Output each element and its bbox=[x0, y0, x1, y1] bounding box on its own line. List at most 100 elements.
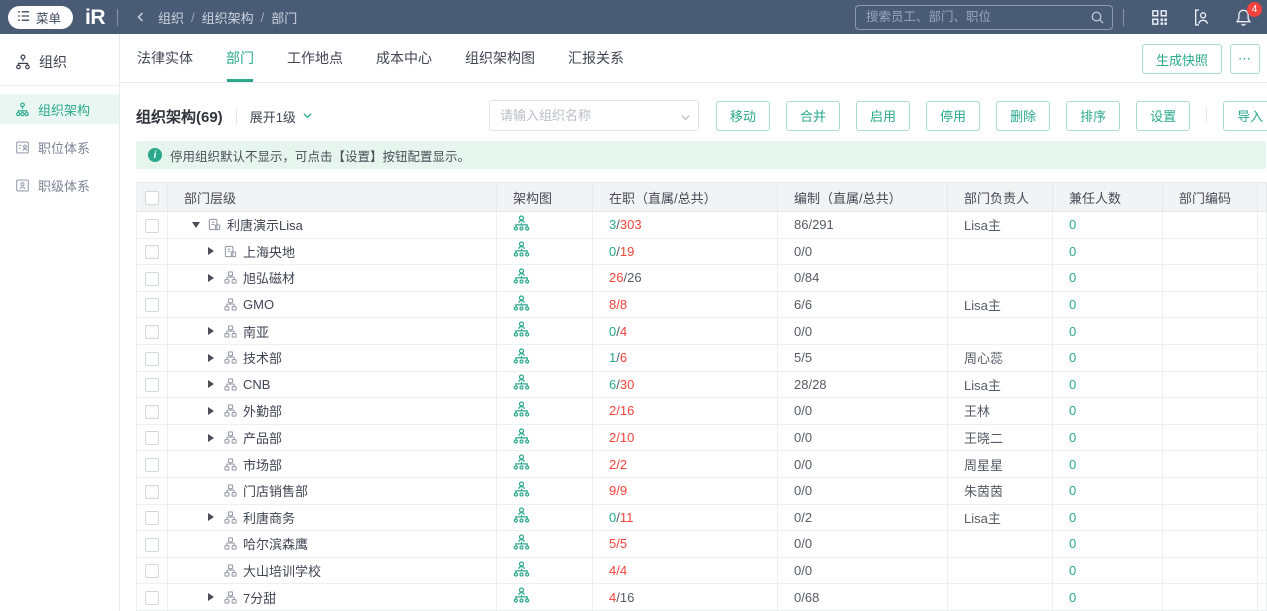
import-button[interactable]: 导入 bbox=[1223, 100, 1267, 131]
org-chart-icon[interactable] bbox=[513, 507, 530, 524]
department-name[interactable]: 门店销售部 bbox=[243, 481, 308, 500]
department-name[interactable]: 技术部 bbox=[243, 348, 282, 367]
row-checkbox[interactable] bbox=[145, 457, 159, 472]
department-name[interactable]: GMO bbox=[243, 297, 274, 312]
more-actions-button[interactable]: ⋯ bbox=[1230, 44, 1261, 74]
tree-expand-icon[interactable] bbox=[192, 222, 202, 228]
delete-button[interactable]: 删除 bbox=[996, 100, 1051, 131]
department-code-cell bbox=[1162, 371, 1258, 399]
row-checkbox-cell bbox=[136, 238, 168, 266]
row-checkbox[interactable] bbox=[145, 271, 159, 286]
org-icon bbox=[224, 325, 237, 338]
enable-button[interactable]: 启用 bbox=[856, 100, 911, 131]
org-chart-icon[interactable] bbox=[513, 295, 530, 312]
onboard-total: 2 bbox=[619, 456, 628, 472]
row-checkbox[interactable] bbox=[145, 351, 159, 366]
contacts-icon[interactable] bbox=[1192, 8, 1211, 27]
org-chart-icon[interactable] bbox=[513, 215, 530, 232]
sidebar-item-position-system[interactable]: 职位体系 bbox=[0, 132, 119, 162]
search-input[interactable] bbox=[855, 4, 1113, 30]
department-name[interactable]: 哈尔滨森鹰 bbox=[243, 534, 308, 553]
page-title: 组织架构(69) bbox=[136, 108, 223, 126]
department-name[interactable]: 市场部 bbox=[243, 455, 282, 474]
org-chart-icon[interactable] bbox=[513, 560, 530, 578]
department-name[interactable]: 外勤部 bbox=[243, 401, 282, 420]
org-chart-icon[interactable] bbox=[513, 348, 530, 365]
row-checkbox[interactable] bbox=[145, 404, 159, 419]
row-checkbox-cell bbox=[136, 450, 168, 478]
department-name[interactable]: 产品部 bbox=[243, 428, 282, 447]
row-checkbox[interactable] bbox=[145, 564, 159, 579]
tree-collapse-icon[interactable] bbox=[208, 380, 218, 388]
org-chart-icon[interactable] bbox=[513, 427, 530, 445]
department-name[interactable]: 上海央地 bbox=[243, 242, 295, 261]
tab-reporting[interactable]: 汇报关系 bbox=[568, 34, 624, 82]
breadcrumb-item[interactable]: 部门 bbox=[271, 8, 297, 27]
row-checkbox[interactable] bbox=[145, 537, 159, 552]
tree-collapse-icon[interactable] bbox=[208, 434, 218, 442]
row-checkbox[interactable] bbox=[145, 218, 159, 233]
sidebar-section-organization[interactable]: 组织 bbox=[0, 42, 119, 85]
sort-button[interactable]: 排序 bbox=[1066, 100, 1121, 131]
tab-org-chart[interactable]: 组织架构图 bbox=[465, 34, 535, 82]
org-chart-icon[interactable] bbox=[513, 268, 530, 285]
tree-collapse-icon[interactable] bbox=[208, 513, 218, 521]
row-checkbox[interactable] bbox=[145, 484, 159, 499]
sidebar-item-grade-system[interactable]: 职级体系 bbox=[0, 170, 119, 200]
toolbar: 组织架构(69) 展开1级 移动 合并 启用 停用 删除 bbox=[136, 100, 1267, 132]
table-row: GMO 8/8 6/6 Lisa主 0 bbox=[136, 291, 1267, 319]
onboard-count-cell: 8/8 bbox=[592, 291, 778, 319]
org-chart-icon[interactable] bbox=[513, 401, 530, 418]
tree-collapse-icon[interactable] bbox=[208, 593, 218, 601]
row-checkbox[interactable] bbox=[145, 511, 159, 526]
back-icon[interactable] bbox=[134, 10, 148, 24]
org-chart-cell bbox=[496, 291, 593, 319]
disable-button[interactable]: 停用 bbox=[926, 100, 981, 131]
department-name[interactable]: 利唐商务 bbox=[243, 508, 295, 527]
move-button[interactable]: 移动 bbox=[716, 100, 771, 131]
row-checkbox[interactable] bbox=[145, 590, 159, 605]
row-checkbox[interactable] bbox=[145, 245, 159, 260]
menu-button[interactable]: 菜单 bbox=[8, 5, 74, 29]
tab-legal-entity[interactable]: 法律实体 bbox=[137, 34, 193, 82]
department-name[interactable]: 大山培训学校 bbox=[243, 561, 321, 580]
tab-work-location[interactable]: 工作地点 bbox=[287, 34, 343, 82]
concurrent-count-cell: 0 bbox=[1052, 450, 1163, 478]
org-chart-icon[interactable] bbox=[513, 241, 530, 258]
row-checkbox[interactable] bbox=[145, 298, 159, 313]
select-all-checkbox[interactable] bbox=[145, 190, 159, 205]
org-name-input[interactable] bbox=[489, 100, 699, 131]
qr-code-icon[interactable] bbox=[1150, 8, 1169, 27]
org-chart-icon[interactable] bbox=[513, 481, 530, 498]
bell-icon[interactable]: 4 bbox=[1234, 1, 1262, 27]
department-name[interactable]: 南亚 bbox=[243, 322, 269, 341]
org-chart-icon[interactable] bbox=[513, 587, 530, 604]
department-name[interactable]: 利唐演示Lisa bbox=[227, 215, 303, 234]
row-checkbox[interactable] bbox=[145, 324, 159, 339]
table-row: 南亚 0/4 0/0 0 bbox=[136, 317, 1267, 345]
org-chart-icon[interactable] bbox=[513, 374, 530, 391]
settings-button[interactable]: 设置 bbox=[1136, 100, 1191, 131]
tree-collapse-icon[interactable] bbox=[208, 247, 218, 255]
search-icon[interactable] bbox=[1090, 10, 1105, 30]
tree-collapse-icon[interactable] bbox=[208, 354, 218, 362]
tree-collapse-icon[interactable] bbox=[208, 327, 218, 335]
snapshot-button[interactable]: 生成快照 bbox=[1142, 44, 1223, 74]
merge-button[interactable]: 合并 bbox=[786, 100, 841, 131]
tree-collapse-icon[interactable] bbox=[208, 274, 218, 282]
department-name[interactable]: 7分甜 bbox=[243, 588, 276, 607]
org-chart-icon[interactable] bbox=[513, 321, 530, 338]
breadcrumb-item[interactable]: 组织 bbox=[158, 8, 184, 27]
org-chart-icon[interactable] bbox=[513, 534, 530, 551]
tab-cost-center[interactable]: 成本中心 bbox=[376, 34, 432, 82]
expand-level-control[interactable]: 展开1级 bbox=[250, 107, 313, 126]
row-checkbox[interactable] bbox=[145, 431, 159, 446]
row-checkbox[interactable] bbox=[145, 378, 159, 393]
breadcrumb-item[interactable]: 组织架构 bbox=[202, 8, 254, 27]
sidebar-item-org-structure[interactable]: 组织架构 bbox=[0, 94, 119, 124]
department-name[interactable]: 旭弘磁材 bbox=[243, 268, 295, 287]
tab-department[interactable]: 部门 bbox=[226, 34, 254, 82]
department-name[interactable]: CNB bbox=[243, 377, 270, 392]
tree-collapse-icon[interactable] bbox=[208, 407, 218, 415]
org-chart-icon[interactable] bbox=[513, 454, 530, 471]
